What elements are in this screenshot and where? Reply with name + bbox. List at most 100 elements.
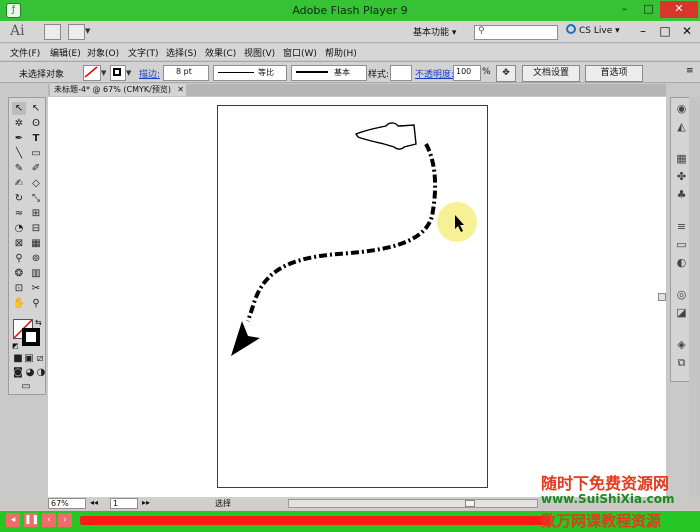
step-forward-icon[interactable]: › <box>58 513 72 527</box>
blend-tool-icon[interactable]: ⊚ <box>29 252 43 265</box>
rectangle-tool-icon[interactable]: ▭ <box>29 147 43 160</box>
workspace-switcher[interactable]: 基本功能 ▾ <box>413 25 456 38</box>
color-guide-icon[interactable]: ◭ <box>675 120 688 133</box>
menu-window[interactable]: 窗口(W) <box>283 46 317 59</box>
variable-width-profile[interactable]: 等比 <box>213 65 287 81</box>
menu-edit[interactable]: 编辑(E) <box>50 46 81 59</box>
maximize-button[interactable]: □ <box>637 1 660 18</box>
pause-icon[interactable]: ❚❚ <box>24 513 39 527</box>
app-maximize-button[interactable]: □ <box>656 23 674 40</box>
next-artboard-icon[interactable]: ▸▸ <box>142 498 150 507</box>
preferences-button[interactable]: 首选项 <box>585 65 643 82</box>
stroke-weight-field[interactable]: 8 pt <box>163 65 209 81</box>
tab-close-icon[interactable]: ✕ <box>177 84 184 95</box>
slice-tool-icon[interactable]: ✂ <box>29 282 43 295</box>
magic-wand-tool-icon[interactable]: ✲ <box>12 117 26 130</box>
chevron-down-icon[interactable]: ▼ <box>126 69 131 77</box>
swatches-panel-icon[interactable]: ▦ <box>675 152 688 165</box>
vertical-scrollbar[interactable] <box>689 97 700 497</box>
column-graph-tool-icon[interactable]: ▥ <box>29 267 43 280</box>
menu-file[interactable]: 文件(F) <box>10 46 40 59</box>
perspective-grid-tool-icon[interactable]: ⊟ <box>29 222 43 235</box>
stroke-swatch[interactable] <box>110 65 126 81</box>
playback-progress-bar[interactable] <box>80 516 550 525</box>
draw-inside-icon[interactable]: ◑ <box>34 366 48 379</box>
symbol-sprayer-tool-icon[interactable]: ❂ <box>12 267 26 280</box>
cs-live-menu[interactable]: CS Live ▾ <box>566 24 620 36</box>
free-transform-tool-icon[interactable]: ⊞ <box>29 207 43 220</box>
opacity-field[interactable]: 100 <box>453 65 481 81</box>
horizontal-scroll-thumb[interactable] <box>465 500 475 507</box>
artboard-navigator[interactable]: 1 <box>110 498 138 509</box>
horizontal-scrollbar[interactable] <box>288 499 538 508</box>
scale-tool-icon[interactable]: ⤡ <box>29 192 43 205</box>
eraser-tool-icon[interactable]: ◇ <box>29 177 43 190</box>
zoom-select[interactable]: 67% <box>48 498 86 509</box>
lasso-tool-icon[interactable]: ʘ <box>29 117 43 130</box>
panel-menu-icon[interactable]: ≡ <box>686 66 694 76</box>
brushes-panel-icon[interactable]: ✤ <box>675 170 688 183</box>
arrange-documents-icon[interactable] <box>68 24 85 40</box>
transparency-panel-icon[interactable]: ◐ <box>675 256 688 269</box>
search-input[interactable]: ⚲ <box>474 25 558 40</box>
document-tab[interactable]: 未标题-4* @ 67% (CMYK/预览) ✕ <box>50 84 186 96</box>
pencil-tool-icon[interactable]: ✐ <box>29 162 43 175</box>
document-setup-button[interactable]: 文档设置 <box>522 65 580 82</box>
eyedropper-tool-icon[interactable]: ⚲ <box>12 252 26 265</box>
step-back-icon[interactable]: ‹ <box>42 513 56 527</box>
blob-brush-tool-icon[interactable]: ✍ <box>12 177 26 190</box>
layers-panel-icon[interactable]: ◈ <box>675 338 688 351</box>
screen-mode-icon[interactable]: ▭ <box>19 380 33 393</box>
scroll-thumb[interactable] <box>658 293 666 301</box>
cs-live-icon <box>566 24 576 34</box>
none-mode-icon[interactable]: ⧄ <box>33 352 47 365</box>
fill-swatch[interactable] <box>83 65 101 81</box>
gradient-panel-icon[interactable]: ▭ <box>675 238 688 251</box>
color-panel-icon[interactable]: ◉ <box>675 102 688 115</box>
stroke-color-box[interactable] <box>22 328 40 346</box>
rotate-tool-icon[interactable]: ↻ <box>12 192 26 205</box>
app-minimize-button[interactable]: – <box>634 23 652 40</box>
gradient-tool-icon[interactable]: ▦ <box>29 237 43 250</box>
app-close-button[interactable]: ✕ <box>678 23 696 40</box>
first-artboard-icon[interactable]: ◂◂ <box>90 498 98 507</box>
menu-select[interactable]: 选择(S) <box>166 46 197 59</box>
chevron-down-icon[interactable]: ▼ <box>101 69 106 77</box>
type-tool-icon[interactable]: T <box>29 132 43 145</box>
warp-tool-icon[interactable]: ≈ <box>12 207 26 220</box>
control-panel: 未选择对象 ▼ ▼ 描边: 8 pt 等比 基本 样式: 不透明度: 100 %… <box>0 61 700 83</box>
appearance-panel-icon[interactable]: ◎ <box>675 288 688 301</box>
menu-effect[interactable]: 效果(C) <box>205 46 236 59</box>
mesh-tool-icon[interactable]: ⊠ <box>12 237 26 250</box>
opacity-label[interactable]: 不透明度: <box>415 67 454 80</box>
bridge-icon[interactable] <box>44 24 61 40</box>
menu-object[interactable]: 对象(O) <box>87 46 119 59</box>
close-button[interactable]: ✕ <box>660 1 698 18</box>
zoom-tool-icon[interactable]: ⚲ <box>29 297 43 310</box>
rewind-icon[interactable]: ◂ <box>6 513 20 527</box>
stroke-panel-icon[interactable]: ≡ <box>675 220 688 233</box>
recolor-icon[interactable]: ✥ <box>496 65 516 82</box>
stroke-label[interactable]: 描边: <box>139 67 160 80</box>
artboard-tool-icon[interactable]: ⊡ <box>12 282 26 295</box>
brush-definition[interactable]: 基本 <box>291 65 367 81</box>
chevron-down-icon[interactable]: ▼ <box>85 27 90 35</box>
artboard[interactable] <box>217 105 488 488</box>
paintbrush-tool-icon[interactable]: ✎ <box>12 162 26 175</box>
direct-selection-tool-icon[interactable]: ↖ <box>29 102 43 115</box>
selection-tool-icon[interactable]: ↖ <box>12 102 26 115</box>
swap-colors-icon[interactable]: ⇆ <box>35 318 42 327</box>
shape-builder-tool-icon[interactable]: ◔ <box>12 222 26 235</box>
symbols-panel-icon[interactable]: ♣ <box>675 188 688 201</box>
pen-tool-icon[interactable]: ✒ <box>12 132 26 145</box>
menu-view[interactable]: 视图(V) <box>244 46 275 59</box>
artboards-panel-icon[interactable]: ⧉ <box>675 356 688 369</box>
menu-help[interactable]: 帮助(H) <box>325 46 357 59</box>
minimize-button[interactable]: – <box>612 1 637 18</box>
graphic-styles-icon[interactable]: ◪ <box>675 306 688 319</box>
default-colors-icon[interactable]: ◩ <box>12 342 19 350</box>
menu-type[interactable]: 文字(T) <box>128 46 159 59</box>
graphic-style-swatch[interactable] <box>390 65 412 81</box>
hand-tool-icon[interactable]: ✋ <box>12 297 26 310</box>
line-tool-icon[interactable]: ╲ <box>12 147 26 160</box>
